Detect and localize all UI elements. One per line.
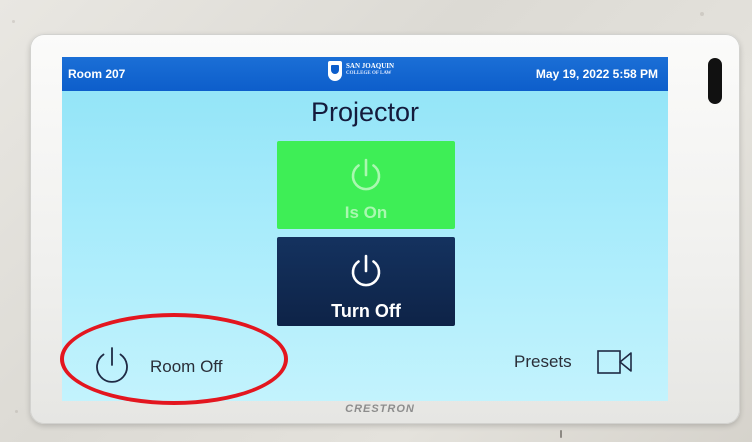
- college-logo: SAN JOAQUIN COLLEGE OF LAW: [328, 61, 408, 87]
- logo-line2: COLLEGE OF LAW: [346, 71, 392, 76]
- turn-off-button[interactable]: Turn Off: [277, 237, 455, 326]
- shield-icon: [328, 61, 342, 81]
- presets-label: Presets: [514, 352, 572, 371]
- power-icon: [351, 254, 381, 287]
- projector-status-label: Is On: [344, 203, 388, 222]
- presets-button[interactable]: Presets: [512, 345, 662, 385]
- room-name: Room 207: [68, 67, 126, 81]
- turn-off-label: Turn Off: [331, 301, 401, 321]
- top-bar: Room 207 SAN JOAQUIN COLLEGE OF LAW May …: [62, 57, 668, 91]
- camera-icon: [597, 350, 632, 374]
- page-title: Projector: [310, 97, 420, 127]
- red-annotation-circle: [60, 313, 288, 405]
- brand-logo: CRESTRON: [345, 403, 415, 415]
- camera-sensor: [708, 58, 722, 104]
- power-icon: [351, 158, 381, 191]
- logo-line1: SAN JOAQUIN: [346, 62, 395, 70]
- date-time: May 19, 2022 5:58 PM: [535, 67, 658, 81]
- projector-status-button[interactable]: Is On: [277, 141, 455, 229]
